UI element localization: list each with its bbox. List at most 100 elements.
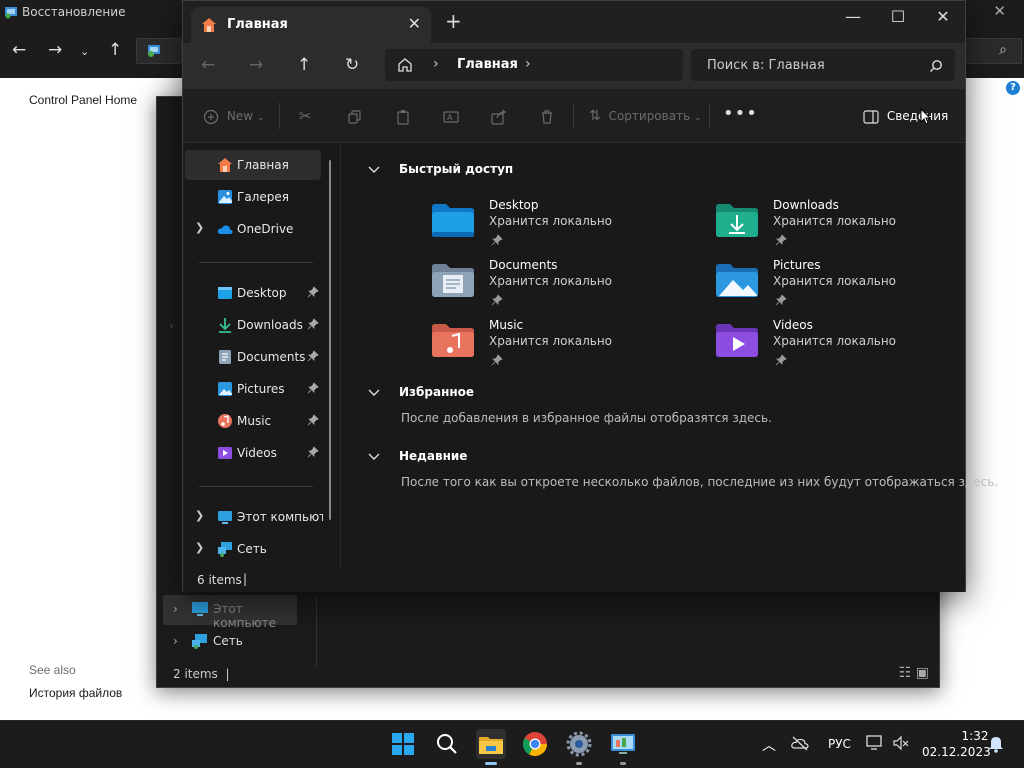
quick-access-item-desktop[interactable]: Desktop Хранится локально <box>431 198 691 254</box>
chrome-taskbar-button[interactable] <box>520 729 550 759</box>
chevron-right-icon[interactable]: ❯ <box>195 509 204 522</box>
start-button[interactable] <box>388 729 418 759</box>
pin-icon[interactable] <box>307 286 319 298</box>
view-toggle[interactable]: ☷ ▣ <box>899 665 929 681</box>
quick-access-item-music[interactable]: Music Хранится локально <box>431 318 691 374</box>
pin-icon[interactable] <box>307 350 319 362</box>
rename-icon[interactable]: A <box>443 105 459 127</box>
chevron-right-icon[interactable]: ❯ <box>195 541 204 554</box>
quick-access-item-downloads[interactable]: Downloads Хранится локально <box>715 198 975 254</box>
address-bar[interactable]: › Главная › <box>385 49 683 81</box>
sidebar-scrollbar[interactable] <box>329 160 331 520</box>
tab-home[interactable]: Главная ✕ <box>191 7 431 43</box>
back-button[interactable]: ← <box>201 55 215 75</box>
search-input[interactable] <box>691 49 921 81</box>
file-history-link[interactable]: История файлов <box>29 686 122 700</box>
toolbar-divider <box>573 103 574 129</box>
control-panel-taskbar-button[interactable] <box>608 729 638 765</box>
details-pane-button[interactable]: Сведения <box>863 105 948 127</box>
notification-bell-icon[interactable] <box>988 735 1004 756</box>
sidebar-item-pictures[interactable]: Pictures <box>185 374 321 404</box>
mouse-cursor-icon <box>920 108 930 125</box>
maximize-button[interactable]: ☐ <box>878 7 918 27</box>
quick-access-item-videos[interactable]: Videos Хранится локально <box>715 318 975 374</box>
command-bar: New ⌄ ✂ A ⇅ Сортировать ⌄ ••• Сведения <box>183 89 965 143</box>
clock-time[interactable]: 1:32 <box>958 729 992 743</box>
language-indicator[interactable]: РУС <box>828 737 851 751</box>
search-button[interactable] <box>432 729 462 759</box>
up-button[interactable]: ↑ <box>297 55 311 75</box>
control-panel-address-bar[interactable] <box>136 38 182 64</box>
control-panel-title: Восстановление <box>22 5 126 19</box>
pin-icon[interactable] <box>307 446 319 458</box>
pin-icon[interactable] <box>307 414 319 426</box>
item-status: Хранится локально <box>489 274 612 288</box>
see-also-label: See also <box>29 663 76 677</box>
share-icon[interactable] <box>491 105 507 127</box>
delete-icon[interactable] <box>539 105 555 127</box>
sidebar-item-downloads[interactable]: Downloads <box>185 310 321 340</box>
clock-date[interactable]: 02.12.2023 <box>922 745 991 759</box>
up-arrow-icon[interactable]: ↑ <box>108 40 122 60</box>
sidebar-item-network[interactable]: ❯ Сеть <box>185 534 321 564</box>
file-explorer-taskbar-button[interactable] <box>476 729 506 765</box>
sidebar-item-network[interactable]: › Сеть <box>163 627 297 657</box>
settings-taskbar-button[interactable] <box>564 729 594 765</box>
sidebar-item-music[interactable]: Music <box>185 406 321 436</box>
tiles-view-icon[interactable]: ▣ <box>916 665 929 681</box>
sidebar-item-home[interactable]: Главная <box>185 150 321 180</box>
search-box[interactable] <box>691 49 955 81</box>
monitor-icon[interactable] <box>866 734 884 755</box>
paste-icon[interactable] <box>395 105 411 127</box>
chevron-right-icon: › <box>173 602 178 616</box>
sidebar-item-this-pc[interactable]: ❯ Этот компьюте <box>185 502 323 532</box>
forward-arrow-icon[interactable]: → <box>48 40 62 60</box>
chevron-right-icon[interactable]: › <box>525 56 531 72</box>
chevron-down-icon[interactable] <box>367 162 381 176</box>
quick-access-item-pictures[interactable]: Pictures Хранится локально <box>715 258 975 314</box>
chevron-right-icon[interactable]: › <box>433 56 439 72</box>
cloud-offline-icon[interactable] <box>790 735 810 754</box>
control-panel-icon <box>611 734 635 754</box>
sidebar-item-onedrive[interactable]: ❯ OneDrive <box>185 214 321 244</box>
pictures-folder-icon <box>217 381 233 397</box>
refresh-button[interactable]: ↻ <box>345 55 359 75</box>
close-button[interactable]: ✕ <box>923 7 963 27</box>
sidebar-item-desktop[interactable]: Desktop <box>185 278 321 308</box>
sidebar-item-gallery[interactable]: Галерея <box>185 182 321 212</box>
pin-icon[interactable] <box>307 318 319 330</box>
chevron-down-icon[interactable] <box>367 385 381 399</box>
control-panel-search[interactable]: ⌕ <box>962 38 1022 64</box>
sidebar-item-videos[interactable]: Videos <box>185 438 321 468</box>
chevron-down-icon[interactable] <box>367 449 381 463</box>
new-tab-button[interactable]: + <box>445 11 462 31</box>
breadcrumb[interactable]: Главная <box>457 57 518 72</box>
copy-icon[interactable] <box>347 105 363 127</box>
control-panel-home-link[interactable]: Control Panel Home <box>29 93 137 107</box>
sidebar-item-documents[interactable]: Documents <box>185 342 321 372</box>
search-icon[interactable] <box>929 58 943 72</box>
forward-button[interactable]: → <box>249 55 263 75</box>
speaker-muted-icon[interactable] <box>892 734 910 755</box>
details-view-icon[interactable]: ☷ <box>899 665 912 681</box>
item-name: Documents <box>489 258 558 272</box>
new-button[interactable]: New ⌄ <box>203 105 264 127</box>
close-tab-icon[interactable]: ✕ <box>408 14 421 33</box>
sort-button[interactable]: ⇅ Сортировать ⌄ <box>589 105 702 127</box>
sidebar-item-this-pc[interactable]: › Этот компьюте <box>163 595 297 630</box>
quick-access-item-documents[interactable]: Documents Хранится локально <box>431 258 691 314</box>
videos-folder-icon <box>217 445 233 461</box>
help-icon[interactable]: ? <box>1006 81 1020 95</box>
pictures-folder-icon <box>715 262 759 298</box>
back-arrow-icon[interactable]: ← <box>12 40 26 60</box>
chevron-right-icon[interactable]: ❯ <box>195 221 204 234</box>
minimize-button[interactable]: — <box>833 7 873 27</box>
pin-icon[interactable] <box>307 382 319 394</box>
chevron-down-icon[interactable]: ⌄ <box>80 42 89 62</box>
chevron-up-icon[interactable]: ︿ <box>762 735 776 755</box>
more-options-button[interactable]: ••• <box>723 103 758 124</box>
sidebar-divider <box>316 597 317 667</box>
cut-icon[interactable]: ✂ <box>299 105 312 127</box>
item-name: Pictures <box>773 258 821 272</box>
control-panel-close-button[interactable]: ✕ <box>993 2 1006 20</box>
